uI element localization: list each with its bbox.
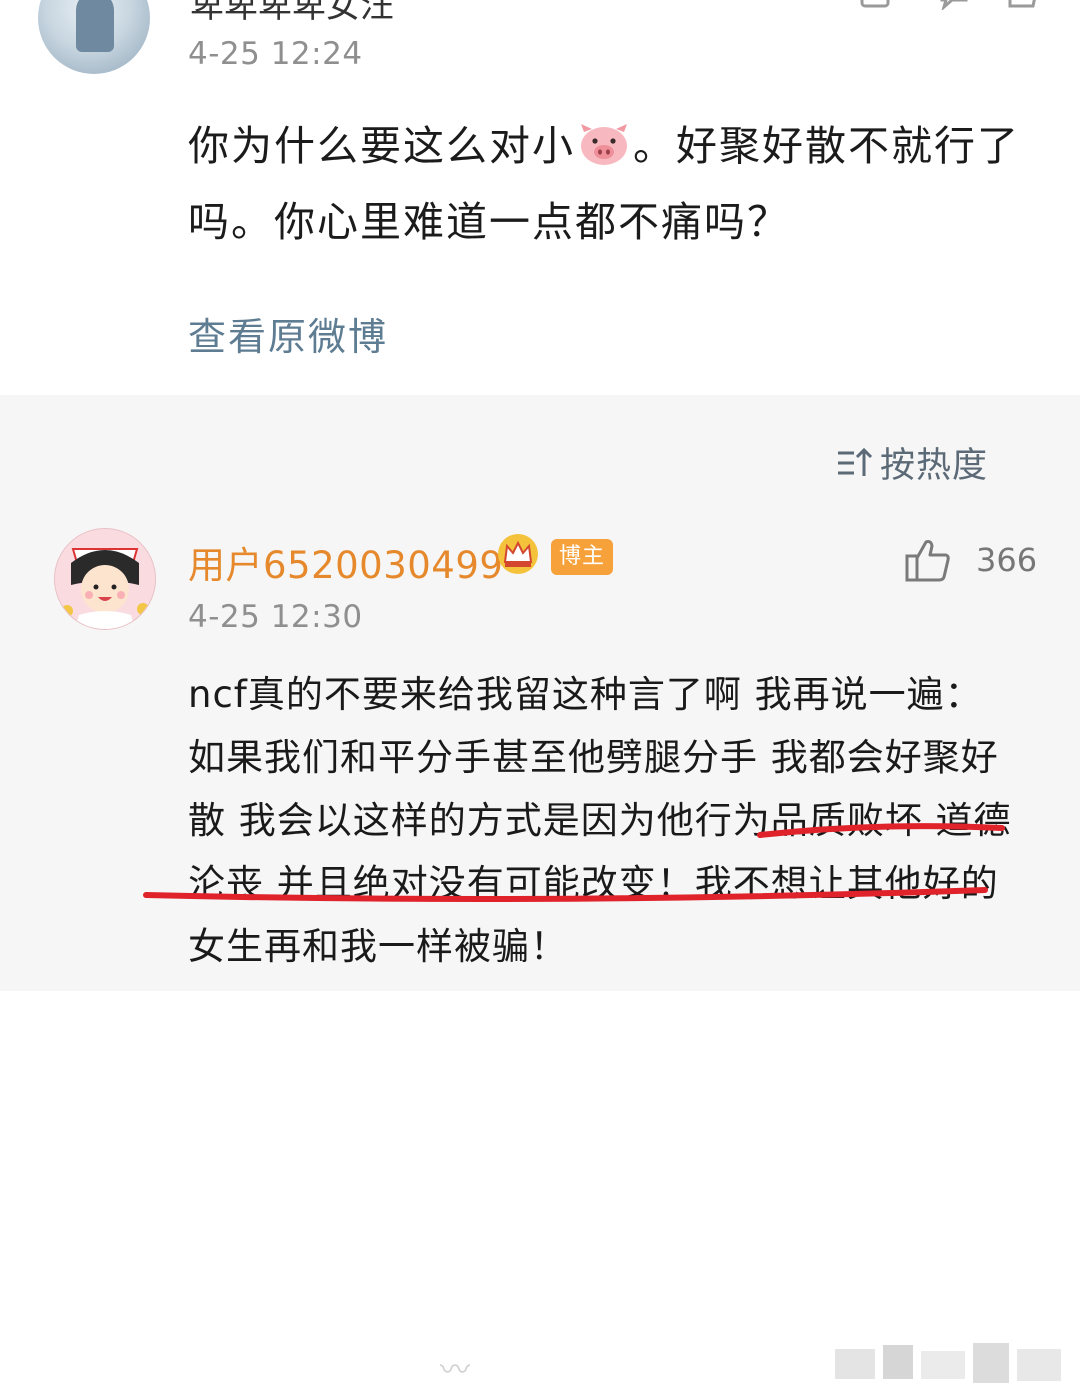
blur-overlay [835,1343,1061,1383]
post-text-part1: 你为什么要这么对小 [188,122,575,170]
post-body: 你为什么要这么对小 。好聚好散不就行了吗。你心里难道一点都不痛吗？ [188,108,1038,260]
cartoon-girl-avatar [55,529,155,629]
comment-author-name[interactable]: 用户6520030499 [188,535,503,589]
like-count: 366 [976,541,1038,579]
comment-timestamp: 4-25 12:30 [188,599,363,635]
view-original-link[interactable]: 查看原微博 [188,306,388,361]
comments-section: 按热度 用户6520030499 博主 366 4-25 12:30 ncf真的… [0,395,1080,1388]
post-timestamp: 4-25 12:24 [188,36,363,72]
thumbs-up-icon[interactable] [904,537,952,583]
comment-text: ncf真的不要来给我留这种言了啊 我再说一遍：如果我们和平分手甚至他劈腿分手 我… [188,673,1012,968]
pig-face-icon [581,124,627,165]
blogger-badge: 博主 [551,539,614,575]
crown-icon [498,534,538,574]
comment-icon[interactable] [936,0,972,10]
watermark: 〰 [440,1353,472,1388]
post-author-name[interactable]: 卑卑卑卑女汪 [190,0,394,27]
original-post: 卑卑卑卑女汪 4-25 12:24 你为什么要这么对小 。好聚好散不就行了吗。你… [0,0,1080,395]
share-icon[interactable] [858,0,894,10]
post-author-avatar[interactable] [38,0,150,74]
like-icon-top[interactable] [1006,0,1042,10]
sort-icon [838,447,873,476]
comment-author-avatar[interactable] [54,528,156,630]
sort-label: 按热度 [880,446,989,486]
sort-by-hot-button[interactable]: 按热度 [836,437,988,488]
